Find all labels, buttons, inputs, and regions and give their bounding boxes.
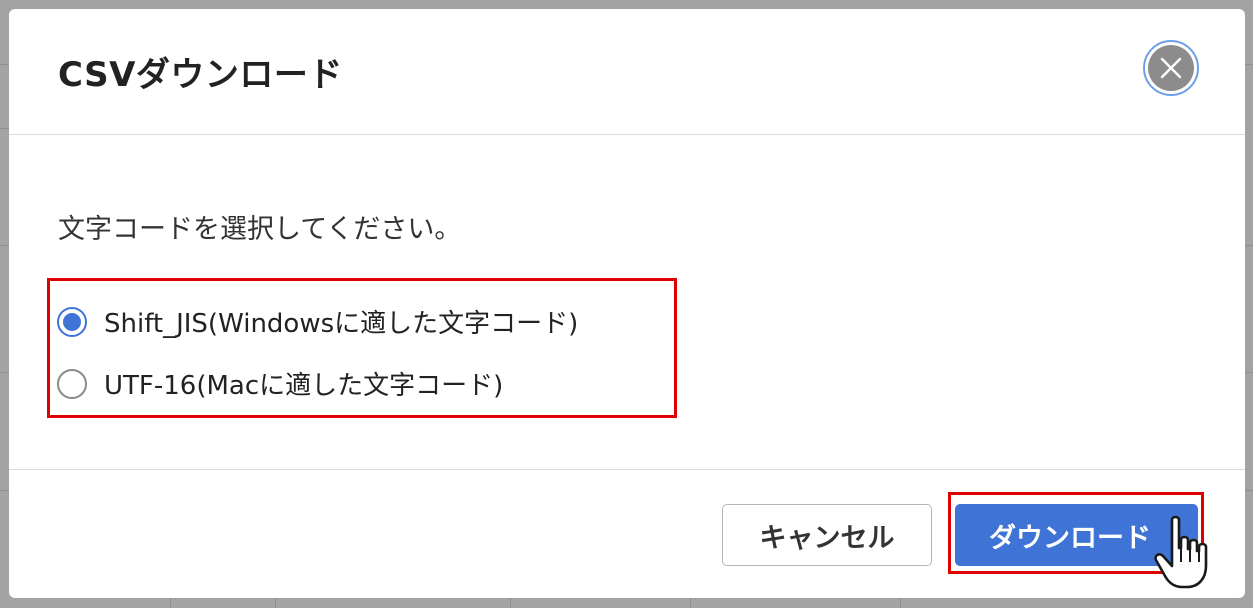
background-divider — [0, 245, 9, 246]
background-divider — [1245, 64, 1253, 65]
dialog-header: CSVダウンロード — [9, 9, 1245, 135]
background-divider — [0, 128, 9, 129]
background-divider — [900, 598, 901, 608]
background-divider — [0, 372, 9, 373]
dialog-body: 文字コードを選択してください。 Shift_JIS(Windowsに適した文字コ… — [9, 135, 1245, 468]
csv-download-dialog: CSVダウンロード 文字コードを選択してください。 Shift_JIS(Wind… — [9, 9, 1245, 598]
cancel-button[interactable]: キャンセル — [722, 504, 932, 566]
hand-pointer-icon — [1154, 515, 1208, 589]
background-divider — [510, 598, 511, 608]
radio-label-utf-16: UTF-16(Macに適した文字コード) — [104, 371, 504, 401]
background-divider — [170, 598, 171, 608]
background-divider — [275, 598, 276, 608]
background-divider — [0, 490, 9, 491]
radio-button-utf-16[interactable] — [57, 368, 87, 399]
background-divider — [1245, 372, 1253, 373]
close-icon — [1148, 45, 1194, 91]
dialog-title: CSVダウンロード — [58, 55, 343, 95]
radio-option-shift-jis[interactable]: Shift_JIS(Windowsに適した文字コード) — [57, 303, 578, 340]
radio-button-shift-jis[interactable] — [57, 306, 87, 337]
radio-label-shift-jis: Shift_JIS(Windowsに適した文字コード) — [104, 309, 579, 339]
dialog-footer: キャンセル ダウンロード — [9, 469, 1245, 598]
close-button[interactable] — [1143, 40, 1199, 96]
background-divider — [0, 64, 9, 65]
background-divider — [690, 598, 691, 608]
background-divider — [1245, 245, 1253, 246]
radio-checked-dot — [63, 312, 81, 331]
background-divider — [1245, 490, 1253, 491]
radio-option-utf-16[interactable]: UTF-16(Macに適した文字コード) — [57, 365, 503, 402]
instruction-text: 文字コードを選択してください。 — [58, 214, 462, 245]
